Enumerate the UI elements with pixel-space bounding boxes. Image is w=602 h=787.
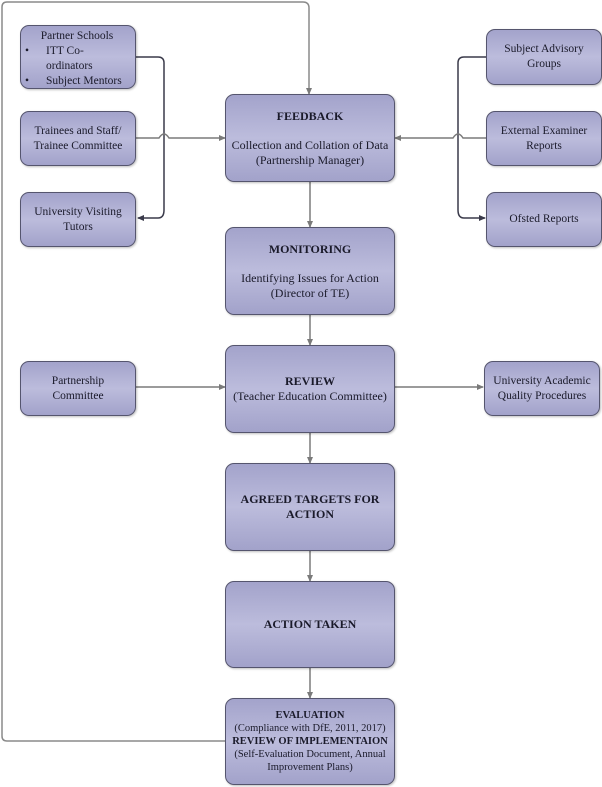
feedback-title: FEEDBACK — [276, 108, 344, 123]
monitoring-line1: Identifying Issues for Action — [241, 270, 379, 285]
review-title: REVIEW — [284, 374, 335, 388]
bullet-subject-mentors: Subject Mentors — [25, 74, 122, 89]
feedback-line1: Collection and Collation of Data — [231, 137, 389, 152]
monitoring-title: MONITORING — [268, 241, 352, 256]
targets-title-line1: AGREED TARGETS FOR — [240, 492, 380, 506]
advisory-line2: Groups — [527, 58, 561, 70]
external-examiner-box: External Examiner Reports — [486, 111, 602, 166]
examiner-line2: Reports — [526, 139, 562, 152]
advisory-line1: Subject Advisory — [504, 43, 584, 55]
trainees-line2: Trainee Committee — [33, 139, 123, 152]
agreed-targets-box: AGREED TARGETS FOR ACTION — [225, 463, 395, 551]
review-line1: (Teacher Education Committee) — [233, 389, 387, 403]
trainees-to-feedback-arrow — [136, 133, 226, 141]
evaluation-title2: REVIEW OF IMPLEMENTAION — [232, 736, 388, 747]
partnership-committee-line1: Partnership — [51, 374, 105, 387]
bullet-itt-coordinators: ITT Co-ordinators — [25, 44, 122, 74]
evaluation-title: EVALUATION — [275, 710, 345, 721]
monitoring-box: MONITORING Identifying Issues for Action… — [225, 227, 395, 315]
quality-line1: University Academic — [493, 374, 591, 387]
monitoring-line2: (Director of TE) — [270, 285, 350, 300]
quality-line2: Quality Procedures — [497, 389, 587, 402]
examiner-line1: External Examiner — [500, 124, 588, 137]
partner-schools-heading: Partner Schools — [40, 30, 114, 42]
evaluation-line2: (Self-Evaluation Document, Annual — [234, 749, 386, 760]
evaluation-line1: (Compliance with DfE, 2011, 2017) — [234, 723, 386, 734]
partnership-committee-box: Partnership Committee — [20, 361, 136, 416]
examiner-to-feedback-arrow — [394, 133, 486, 141]
trainees-line1: Trainees and Staff/ — [34, 124, 122, 137]
tutors-line2: Tutors — [63, 220, 93, 233]
partner-schools-list: ITT Co-ordinators Subject Mentors — [25, 44, 122, 89]
tutors-box: University Visiting Tutors — [20, 192, 136, 247]
targets-title-line2: ACTION — [285, 507, 334, 521]
evaluation-line3: Improvement Plans) — [267, 762, 353, 773]
trainees-box: Trainees and Staff/ Trainee Committee — [20, 111, 136, 166]
review-box: REVIEW (Teacher Education Committee) — [225, 345, 395, 433]
ofsted-line1: Ofsted Reports — [509, 213, 579, 225]
subject-advisory-box: Subject Advisory Groups — [486, 29, 602, 85]
feedback-line2: (Partnership Manager) — [255, 152, 365, 167]
evaluation-box: EVALUATION (Compliance with DfE, 2011, 2… — [225, 698, 395, 785]
university-quality-box: University Academic Quality Procedures — [484, 361, 600, 416]
tutors-line1: University Visiting — [34, 205, 122, 218]
action-taken-box: ACTION TAKEN — [225, 581, 395, 668]
partnership-committee-line2: Committee — [52, 389, 104, 402]
ofsted-reports-box: Ofsted Reports — [486, 192, 602, 247]
feedback-box: FEEDBACK Collection and Collation of Dat… — [225, 94, 395, 182]
action-title: ACTION TAKEN — [263, 617, 357, 631]
partner-schools-box: Partner Schools ITT Co-ordinators Subjec… — [20, 25, 136, 89]
